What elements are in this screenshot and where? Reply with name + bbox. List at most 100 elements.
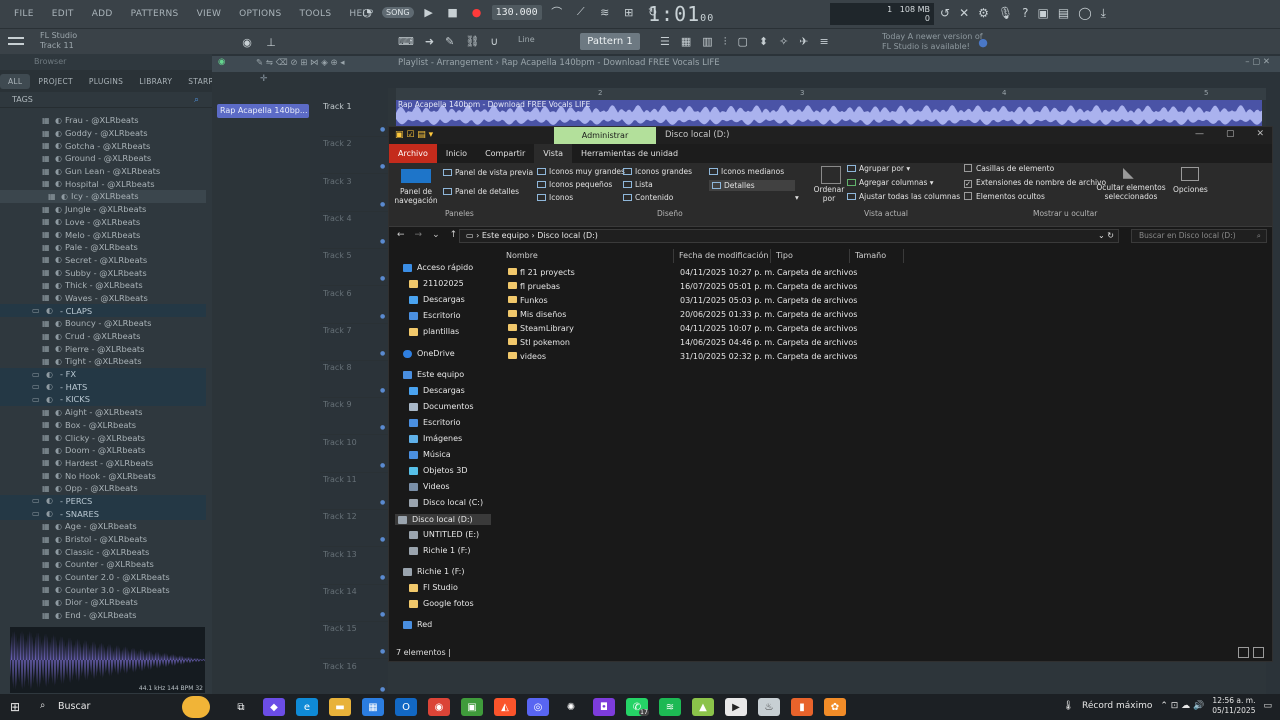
manage-tab[interactable]: Administrar — [554, 127, 656, 144]
track-header[interactable]: Track 12 — [320, 510, 388, 548]
chrome-icon[interactable]: ◉ — [428, 698, 450, 716]
file-row[interactable]: Funkos 03/11/2025 05:03 p. m. Carpeta de a… — [506, 295, 966, 309]
track-header[interactable]: Track 9 — [320, 398, 388, 436]
tags-row[interactable]: TAGS ⌕ — [0, 92, 212, 108]
nav-item[interactable]: Richie 1 (F:) — [403, 567, 465, 576]
whatsapp-icon[interactable]: ✆ 17 — [626, 698, 649, 716]
song-mode-toggle[interactable]: SONG — [382, 6, 414, 18]
add-columns-button[interactable]: Agregar columnas ▾ — [847, 178, 934, 187]
track-header[interactable]: Track 7 — [320, 324, 388, 361]
browser-tab-all[interactable]: ALL — [0, 73, 31, 89]
track-header[interactable]: Track 15 — [320, 622, 388, 660]
recent-icon[interactable]: ⌄ — [432, 230, 440, 240]
list-icon[interactable]: ≡ — [820, 35, 829, 49]
track-mute-icon[interactable]: ● — [380, 350, 385, 357]
chat-icon[interactable]: ◯ — [1078, 6, 1091, 21]
search-input[interactable]: Buscar en Disco local (D:) ⌕ — [1131, 229, 1267, 243]
sample-row[interactable]: ▦ ◐ Gotcha - @XLRbeats — [0, 139, 206, 152]
fit-columns-button[interactable]: Ajustar todas las columnas — [847, 192, 960, 201]
nav-item[interactable]: Escritorio — [409, 311, 461, 320]
details-pane-button[interactable]: Panel de detalles — [443, 187, 519, 196]
file-row[interactable]: Stl pokemon 14/06/2025 04:46 p. m. Carpeta… — [506, 337, 966, 351]
track-mute-icon[interactable]: ● — [380, 499, 385, 506]
chatgpt-icon[interactable]: ✺ — [560, 698, 582, 716]
sample-row[interactable]: ▦ ◐ Box - @XLRbeats — [0, 419, 206, 432]
twitch-icon[interactable]: ◘ — [593, 698, 615, 716]
track-header[interactable]: Track 2 — [320, 137, 388, 175]
nav-item[interactable]: Fl Studio — [409, 583, 458, 592]
sample-row[interactable]: ▦ ◐ Gun Lean - @XLRbeats — [0, 165, 206, 178]
folder-row[interactable]: ▭ ◐ - FX — [0, 367, 206, 381]
metronome-icon[interactable]: ◔ — [358, 3, 376, 21]
sample-row[interactable]: ▦ ◐ Tight - @XLRbeats — [0, 355, 206, 368]
file-extensions-toggle[interactable]: ✓ Extensiones de nombre de archivo — [964, 178, 1106, 188]
move-icon[interactable]: ✛ — [260, 74, 268, 84]
nav-item[interactable]: Descargas — [409, 386, 465, 395]
plugin-picker-icon[interactable]: ⬍ — [759, 35, 768, 49]
folder-row[interactable]: ▭ ◐ - HATS — [0, 380, 206, 394]
layout-option[interactable]: Detalles — [709, 180, 795, 191]
sample-row[interactable]: ▦ ◐ Doom - @XLRbeats — [0, 444, 206, 457]
file-row[interactable]: SteamLibrary 04/11/2025 10:07 p. m. Carpet… — [506, 323, 966, 337]
step-icon[interactable]: ⟋ — [572, 3, 590, 21]
refresh-icon[interactable]: ⌄ ↻ — [1098, 230, 1114, 242]
sample-row[interactable]: ▦ ◐ Counter 3.0 - @XLRbeats — [0, 583, 206, 596]
options-icon[interactable] — [1181, 167, 1199, 181]
nav-item[interactable]: Objetos 3D — [409, 466, 468, 475]
search-highlight-image[interactable] — [182, 696, 210, 718]
sample-row[interactable]: ▦ ◐ Crud - @XLRbeats — [0, 330, 206, 343]
news-icon[interactable]: ● — [974, 33, 992, 51]
folder-row[interactable]: ▭ ◐ - KICKS — [0, 393, 206, 406]
nav-item[interactable]: Este equipo — [403, 370, 464, 379]
sample-row[interactable]: ▦ ◐ Goddy - @XLRbeats — [0, 127, 206, 140]
channel-rack-icon[interactable]: ▥ — [702, 35, 712, 49]
nav-item[interactable]: Descargas — [409, 295, 465, 304]
playlist-icon[interactable]: ◉ — [218, 57, 225, 67]
sample-row[interactable]: ▦ ◐ Bouncy - @XLRbeats — [0, 317, 206, 330]
keyboard-icon[interactable]: ⌨ — [398, 35, 414, 48]
sample-row[interactable]: ▦ ◐ Subby - @XLRbeats — [0, 266, 206, 279]
sort-by-button[interactable]: Ordenar por — [813, 185, 845, 203]
sample-row[interactable]: ▦ ◐ Waves - @XLRbeats — [0, 292, 206, 305]
track-header[interactable]: Track 11 — [320, 473, 388, 510]
sample-row[interactable]: ▦ ◐ Opp - @XLRbeats — [0, 482, 206, 495]
folder-row[interactable]: ▭ ◐ - PERCS — [0, 494, 206, 508]
sort-icon[interactable] — [821, 166, 841, 184]
sample-row[interactable]: ▦ ◐ Aight - @XLRbeats — [0, 406, 206, 419]
nav-item[interactable]: Disco local (D:) — [395, 514, 491, 525]
nav-item[interactable]: Disco local (C:) — [409, 498, 483, 507]
task-view-icon[interactable]: ⧉ — [230, 698, 252, 716]
sample-row[interactable]: ▦ ◐ Pale - @XLRbeats — [0, 241, 206, 254]
snap-mode[interactable]: Line — [518, 35, 535, 44]
nav-item[interactable]: Red — [403, 620, 432, 629]
sample-row[interactable]: ▦ ◐ Counter 2.0 - @XLRbeats — [0, 571, 206, 584]
item-checkboxes-toggle[interactable]: Casillas de elemento — [964, 164, 1054, 173]
master-pitch-icon[interactable]: ⊥ — [262, 33, 280, 51]
track-mute-icon[interactable]: ● — [380, 387, 385, 394]
edge-icon[interactable]: e — [296, 698, 318, 716]
sample-row[interactable]: ▦ ◐ Frau - @XLRbeats — [0, 114, 206, 127]
file-row[interactable]: fl pruebas 16/07/2025 05:01 p. m. Carpeta … — [506, 281, 966, 295]
discord-chrome-icon[interactable]: ◎ — [527, 698, 549, 716]
altium-icon[interactable]: ▲ — [692, 698, 714, 716]
column-separator[interactable] — [903, 249, 904, 263]
hide-selected-icon[interactable]: ◣ — [1123, 165, 1134, 181]
track-mute-icon[interactable]: ● — [380, 611, 385, 618]
track-header[interactable]: Track 3 — [320, 175, 388, 212]
layout-option[interactable]: Iconos grandes — [623, 167, 692, 176]
waveform-preview[interactable]: 44.1 kHz 144 BPM 32 — [10, 627, 205, 693]
tray-icons[interactable]: ⌃ ⊡ ☁ 🔊 — [1160, 701, 1204, 711]
thermometer-icon[interactable]: 🌡 — [1063, 701, 1074, 711]
track-header[interactable]: Track 13 — [320, 548, 388, 585]
weather-label[interactable]: Récord máximo — [1082, 701, 1152, 711]
notifications-icon[interactable]: ▭ — [1263, 701, 1272, 711]
nav-item[interactable]: Imágenes — [409, 434, 462, 443]
track-mute-icon[interactable]: ● — [380, 648, 385, 655]
windows-start-icon[interactable]: ⊞ — [10, 700, 20, 714]
time-display[interactable]: 1:0100 — [648, 2, 714, 26]
ribbon-tab-2[interactable]: Compartir — [476, 144, 534, 163]
nav-item[interactable]: Música — [409, 450, 451, 459]
folder-row[interactable]: ▭ ◐ - SNARES — [0, 507, 206, 520]
picker-audio-clip[interactable]: Rap Acapella 140bp... — [217, 104, 309, 118]
undo-icon[interactable]: ↺ — [940, 6, 950, 21]
